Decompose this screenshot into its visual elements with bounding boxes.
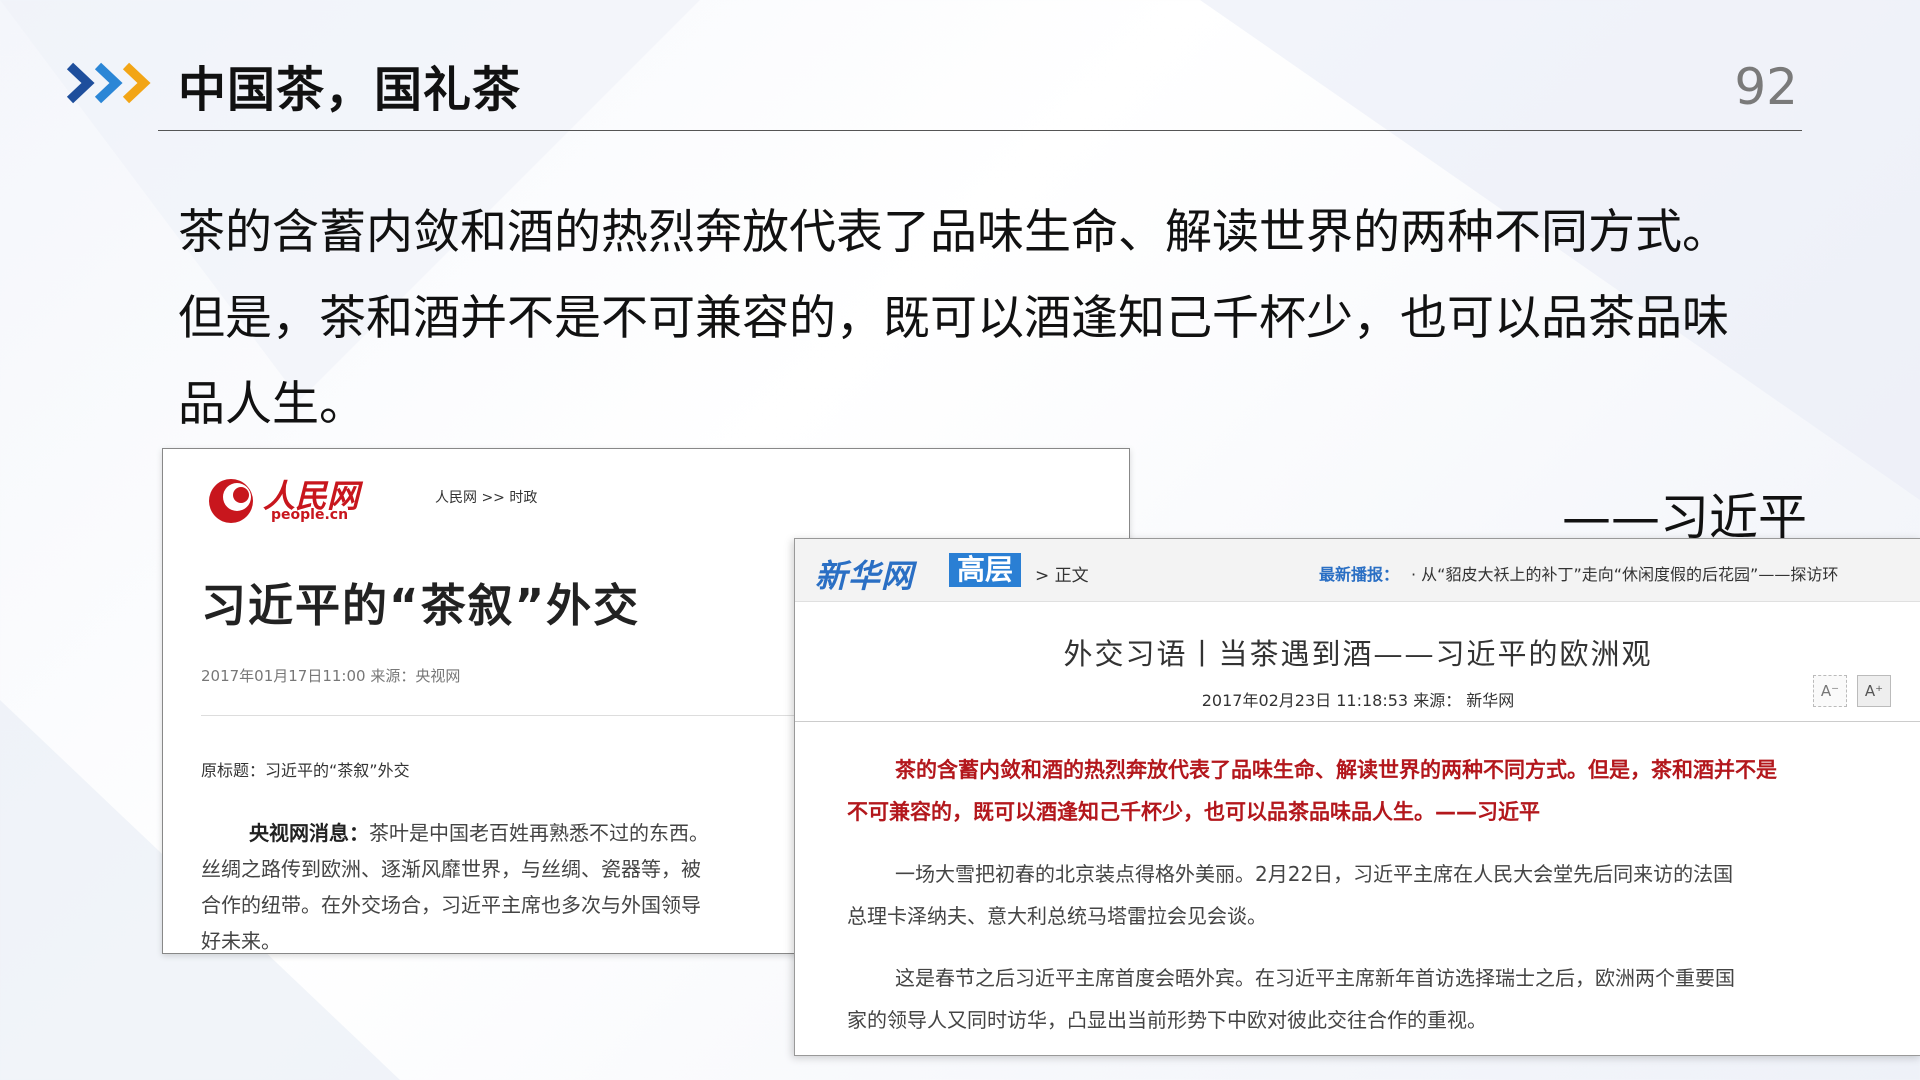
- body-line: 茶叶是中国老百姓再熟悉不过的东西。: [369, 821, 709, 845]
- xinhua-news-screenshot: 新华网 高层 > 正文 最新播报： · 从“貂皮大袄上的补丁”走向“休闲度假的后…: [794, 538, 1920, 1056]
- latest-news-label: 最新播报：: [1319, 565, 1400, 584]
- latest-news-ticker[interactable]: · 从“貂皮大袄上的补丁”走向“休闲度假的后花园”——探访环: [1411, 561, 1911, 585]
- article-paragraph: 一场大雪把初春的北京装点得格外美丽。2月22日，习近平主席在人民大会堂先后同来访…: [847, 853, 1867, 937]
- font-size-controls: A⁻ A⁺: [1813, 675, 1891, 707]
- breadcrumb[interactable]: 人民网 >> 时政: [435, 487, 537, 507]
- paragraph-line: 总理卡泽纳夫、意大利总统马塔雷拉会见会谈。: [847, 904, 1267, 928]
- paragraph-line: 这是春节之后习近平主席首度会晤外宾。在习近平主席新年首访选择瑞士之后，欧洲两个重…: [895, 966, 1735, 990]
- header-divider: [158, 130, 1802, 131]
- article-headline: 习近平的“茶叙”外交: [201, 579, 641, 632]
- article-paragraph: 这是春节之后习近平主席首度会晤外宾。在习近平主席新年首访选择瑞士之后，欧洲两个重…: [847, 957, 1867, 1041]
- quote-line: 品人生。: [178, 377, 366, 432]
- breadcrumb[interactable]: > 正文: [1035, 561, 1089, 586]
- people-logo-domain: people.cn: [271, 507, 349, 523]
- divider: [795, 721, 1920, 722]
- quote-line: 但是，茶和酒并不是不可兼容的，既可以酒逢知己千杯少，也可以品茶品味: [178, 291, 1729, 346]
- page-number: 92: [1734, 58, 1798, 116]
- font-increase-button[interactable]: A⁺: [1857, 675, 1891, 707]
- xinhua-logo[interactable]: 新华网: [815, 551, 914, 597]
- paragraph-line: 家的领导人又同时访华，凸显出当前形势下中欧对彼此交往合作的重视。: [847, 1008, 1487, 1032]
- highlight-line: 不可兼容的，既可以酒逢知己千杯少，也可以品茶品味品人生。——习近平: [847, 800, 1540, 824]
- article-meta: 2017年02月23日 11:18:53 来源： 新华网: [1201, 691, 1515, 710]
- original-title: 原标题：习近平的“茶叙”外交: [201, 761, 410, 780]
- body-lead: 央视网消息：: [249, 821, 369, 845]
- highlight-line: 茶的含蓄内敛和酒的热烈奔放代表了品味生命、解读世界的两种不同方式。但是，茶和酒并…: [895, 758, 1777, 782]
- section-tag[interactable]: 高层: [949, 553, 1022, 587]
- paragraph-line: 一场大雪把初春的北京装点得格外美丽。2月22日，习近平主席在人民大会堂先后同来访…: [895, 862, 1734, 886]
- quote-text: 茶的含蓄内敛和酒的热烈奔放代表了品味生命、解读世界的两种不同方式。 但是，茶和酒…: [178, 190, 1778, 448]
- page-title: 中国茶，国礼茶: [178, 62, 522, 118]
- font-decrease-button[interactable]: A⁻: [1813, 675, 1847, 707]
- xinhua-topbar: 新华网 高层 > 正文 最新播报： · 从“貂皮大袄上的补丁”走向“休闲度假的后…: [795, 539, 1920, 602]
- article-meta: 2017年01月17日11:00 来源：央视网: [201, 667, 461, 685]
- article-title: 外交习语丨当茶遇到酒——习近平的欧洲观: [1063, 637, 1653, 671]
- chevrons-icon: [66, 62, 151, 104]
- quote-line: 茶的含蓄内敛和酒的热烈奔放代表了品味生命、解读世界的两种不同方式。: [178, 205, 1729, 260]
- highlight-quote: 茶的含蓄内敛和酒的热烈奔放代表了品味生命、解读世界的两种不同方式。但是，茶和酒并…: [847, 749, 1867, 833]
